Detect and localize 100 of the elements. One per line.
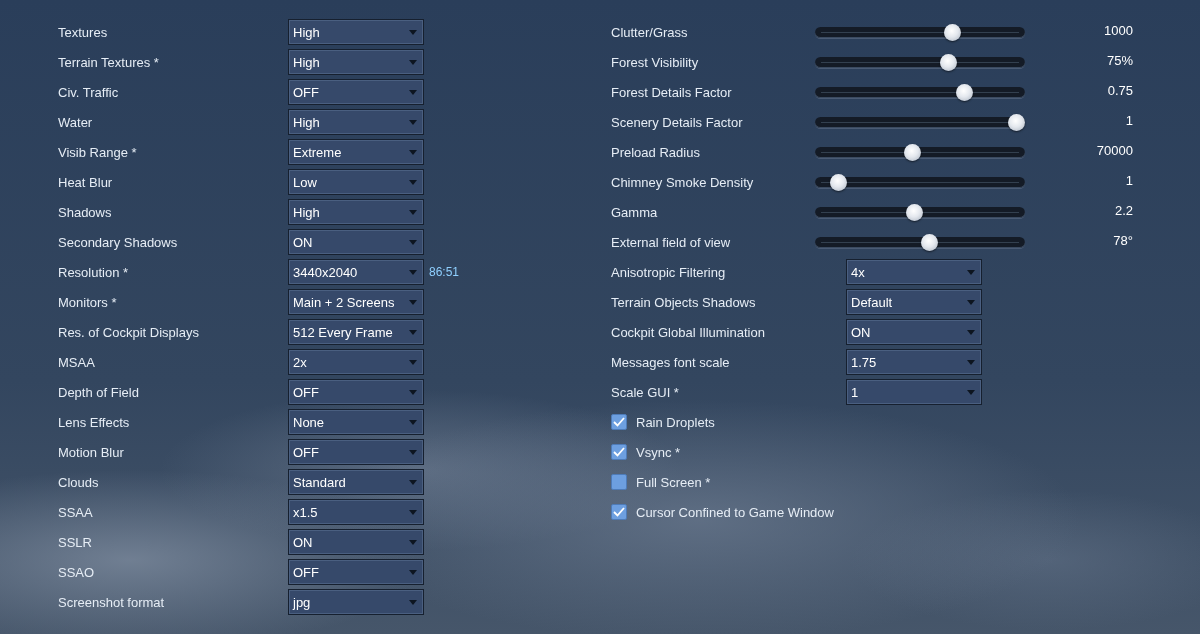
dropdown[interactable]: OFF xyxy=(288,559,424,585)
checkbox[interactable] xyxy=(611,444,627,460)
dropdown[interactable]: OFF xyxy=(288,79,424,105)
dropdown[interactable]: ON xyxy=(288,529,424,555)
setting-label: Monitors * xyxy=(58,294,118,310)
checkbox[interactable] xyxy=(611,474,627,490)
setting-label: Anisotropic Filtering xyxy=(611,264,727,280)
slider-track[interactable] xyxy=(815,206,1025,218)
caret-icon xyxy=(409,59,417,65)
checkbox-label: Vsync * xyxy=(636,444,681,460)
slider-track[interactable] xyxy=(815,176,1025,188)
slider-value: 1000 xyxy=(1103,22,1133,38)
dropdown[interactable]: Standard xyxy=(288,469,424,495)
setting-label: Gamma xyxy=(611,204,659,220)
slider-track[interactable] xyxy=(815,56,1025,68)
setting-label: Textures xyxy=(58,24,109,40)
setting-label: Water xyxy=(58,114,94,130)
dropdown[interactable]: jpg xyxy=(288,589,424,615)
slider-thumb[interactable] xyxy=(944,23,962,41)
dropdown[interactable]: ON xyxy=(288,229,424,255)
dropdown[interactable]: High xyxy=(288,49,424,75)
dropdown[interactable]: x1.5 xyxy=(288,499,424,525)
setting-label: Heat Blur xyxy=(58,174,114,190)
dropdown[interactable]: Extreme xyxy=(288,139,424,165)
caret-icon xyxy=(967,359,975,365)
setting-label: Shadows xyxy=(58,204,113,220)
dropdown[interactable]: ON xyxy=(846,319,982,345)
caret-icon xyxy=(409,569,417,575)
slider-thumb[interactable] xyxy=(903,143,921,161)
setting-label: Clouds xyxy=(58,474,100,490)
caret-icon xyxy=(409,269,417,275)
dropdown[interactable]: OFF xyxy=(288,379,424,405)
dropdown[interactable]: 1 xyxy=(846,379,982,405)
caret-icon xyxy=(409,419,417,425)
slider-track[interactable] xyxy=(815,86,1025,98)
setting-label: Depth of Field xyxy=(58,384,140,400)
dropdown[interactable]: 2x xyxy=(288,349,424,375)
slider-value: 0.75 xyxy=(1106,82,1133,98)
slider-thumb[interactable] xyxy=(905,203,923,221)
dropdown[interactable]: High xyxy=(288,19,424,45)
setting-label: SSLR xyxy=(58,534,93,550)
dropdown[interactable]: High xyxy=(288,199,424,225)
setting-label: MSAA xyxy=(58,354,96,370)
slider-value: 2.2 xyxy=(1113,202,1133,218)
caret-icon xyxy=(409,599,417,605)
slider-track[interactable] xyxy=(815,26,1025,38)
setting-label: Preload Radius xyxy=(611,144,701,160)
slider-thumb[interactable] xyxy=(830,173,848,191)
caret-icon xyxy=(409,359,417,365)
slider-value: 1 xyxy=(1124,172,1133,188)
dropdown[interactable]: 512 Every Frame xyxy=(288,319,424,345)
setting-label: SSAO xyxy=(58,564,96,580)
caret-icon xyxy=(409,299,417,305)
setting-label: Messages font scale xyxy=(611,354,731,370)
setting-label: Terrain Textures * xyxy=(58,54,160,70)
caret-icon xyxy=(409,209,417,215)
slider-thumb[interactable] xyxy=(1008,113,1025,131)
dropdown[interactable]: None xyxy=(288,409,424,435)
setting-label: Clutter/Grass xyxy=(611,24,689,40)
dropdown[interactable]: 4x xyxy=(846,259,982,285)
slider-track[interactable] xyxy=(815,146,1025,158)
setting-label: Screenshot format xyxy=(58,594,166,610)
setting-label: Motion Blur xyxy=(58,444,125,460)
caret-icon xyxy=(409,239,417,245)
caret-icon xyxy=(409,539,417,545)
caret-icon xyxy=(409,179,417,185)
dropdown[interactable]: Default xyxy=(846,289,982,315)
setting-label: External field of view xyxy=(611,234,732,250)
slider-track[interactable] xyxy=(815,236,1025,248)
setting-label: Cockpit Global Illumination xyxy=(611,324,766,340)
dropdown[interactable]: Main + 2 Screens xyxy=(288,289,424,315)
setting-label: SSAA xyxy=(58,504,94,520)
caret-icon xyxy=(967,389,975,395)
dropdown[interactable]: High xyxy=(288,109,424,135)
dropdown[interactable]: Low xyxy=(288,169,424,195)
checkbox-label: Cursor Confined to Game Window xyxy=(636,504,834,520)
setting-label: Res. of Cockpit Displays xyxy=(58,324,200,340)
slider-thumb[interactable] xyxy=(955,83,973,101)
setting-label: Chimney Smoke Density xyxy=(611,174,755,190)
slider-thumb[interactable] xyxy=(921,233,939,251)
caret-icon xyxy=(409,449,417,455)
setting-label: Forest Details Factor xyxy=(611,84,733,100)
setting-label: Civ. Traffic xyxy=(58,84,120,100)
checkbox[interactable] xyxy=(611,504,627,520)
slider-thumb[interactable] xyxy=(940,53,958,71)
slider-value: 78° xyxy=(1112,232,1133,248)
dropdown[interactable]: 1.75 xyxy=(846,349,982,375)
caret-icon xyxy=(409,29,417,35)
dropdown[interactable]: 3440x2040 xyxy=(288,259,424,285)
slider-value: 1 xyxy=(1124,112,1133,128)
caret-icon xyxy=(409,329,417,335)
setting-label: Lens Effects xyxy=(58,414,131,430)
slider-track[interactable] xyxy=(815,116,1025,128)
dropdown[interactable]: OFF xyxy=(288,439,424,465)
caret-icon xyxy=(409,119,417,125)
caret-icon xyxy=(967,329,975,335)
slider-value: 70000 xyxy=(1095,142,1133,158)
setting-label: Secondary Shadows xyxy=(58,234,179,250)
checkbox[interactable] xyxy=(611,414,627,430)
setting-label: Visib Range * xyxy=(58,144,138,160)
